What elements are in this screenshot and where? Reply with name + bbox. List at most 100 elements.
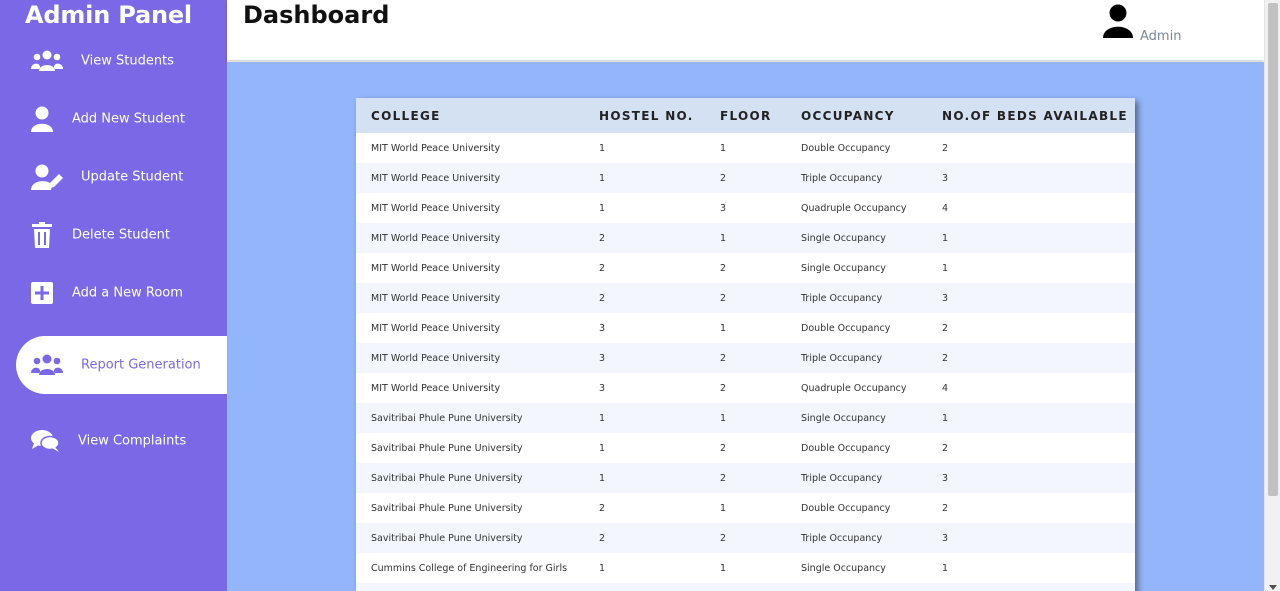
table-row: MIT World Peace University 2 2 Triple Occup… [356, 283, 1135, 313]
col-beds-available: NO.OF BEDS AVAILABLE [942, 108, 1128, 123]
cell-floor: 2 [720, 262, 727, 274]
cell-hostel-no: 3 [599, 352, 606, 364]
cell-hostel-no: 1 [599, 472, 606, 484]
scroll-thumb[interactable] [1268, 3, 1278, 496]
table-row: Cummins College of Engineering for Girls… [356, 553, 1135, 583]
cell-college: Savitribai Phule Pune University [371, 472, 523, 484]
table-row: Savitribai Phule Pune University 2 2 Triple… [356, 523, 1135, 553]
cell-college: MIT World Peace University [371, 382, 501, 394]
cell-occupancy: Single Occupancy [801, 262, 886, 274]
table-row: MIT World Peace University 1 2 Triple Occup… [356, 163, 1135, 193]
trash-icon [25, 221, 59, 249]
top-header: Dashboard Admin [227, 0, 1264, 60]
cell-college: Savitribai Phule Pune University [371, 502, 523, 514]
nav-label: View Students [81, 53, 174, 69]
page-scrollbar[interactable] [1264, 0, 1280, 591]
nav-label: Add a New Room [72, 285, 183, 301]
cell-occupancy: Quadruple Occupancy [801, 382, 907, 394]
nav-label: Add New Student [72, 111, 185, 127]
table-row: MIT World Peace University 1 1 Double Occup… [356, 133, 1135, 163]
cell-beds-available: 3 [942, 472, 949, 484]
col-college: COLLEGE [371, 108, 441, 123]
nav-label: Delete Student [72, 227, 171, 243]
user-icon [1103, 4, 1133, 38]
cell-hostel-no: 1 [599, 172, 606, 184]
cell-college: Savitribai Phule Pune University [371, 532, 523, 544]
rooms-table-card: COLLEGE HOSTEL NO. FLOOR OCCUPANCY NO.OF… [356, 98, 1135, 591]
users-icon [30, 47, 64, 75]
main-content: COLLEGE HOSTEL NO. FLOOR OCCUPANCY NO.OF… [227, 62, 1264, 591]
cell-floor: 3 [720, 202, 727, 214]
nav-add-new-student[interactable]: Add New Student [0, 96, 227, 142]
nav-view-complaints[interactable]: View Complaints [0, 418, 227, 464]
cell-floor: 1 [720, 232, 727, 244]
nav-update-student[interactable]: Update Student [0, 154, 227, 200]
cell-college: MIT World Peace University [371, 322, 501, 334]
cell-hostel-no: 2 [599, 232, 606, 244]
table-row: Savitribai Phule Pune University 1 2 Triple… [356, 463, 1135, 493]
nav-report-generation[interactable]: Report Generation [16, 336, 227, 394]
table-row: Savitribai Phule Pune University 1 2 Double… [356, 433, 1135, 463]
cell-occupancy: Triple Occupancy [801, 472, 883, 484]
cell-hostel-no: 3 [599, 322, 606, 334]
cell-college: Savitribai Phule Pune University [371, 442, 523, 454]
cell-occupancy: Triple Occupancy [801, 532, 883, 544]
rooms-table: COLLEGE HOSTEL NO. FLOOR OCCUPANCY NO.OF… [356, 98, 1135, 591]
user-edit-icon [30, 163, 64, 191]
cell-beds-available: 2 [942, 442, 949, 454]
table-body: MIT World Peace University 1 1 Double Occup… [356, 133, 1135, 591]
nav-add-new-room[interactable]: Add a New Room [0, 270, 227, 316]
cell-floor: 2 [720, 292, 727, 304]
col-hostel-no: HOSTEL NO. [599, 108, 694, 123]
cell-floor: 2 [720, 172, 727, 184]
cell-occupancy: Single Occupancy [801, 412, 886, 424]
cell-hostel-no [584, 583, 705, 591]
cell-college: MIT World Peace University [371, 142, 501, 154]
sidebar: Admin Panel View Students Add New Studen… [0, 0, 227, 591]
cell-floor: 2 [720, 532, 727, 544]
scroll-down-arrow-icon[interactable] [1268, 577, 1278, 590]
cell-hostel-no: 1 [599, 412, 606, 424]
cell-floor: 1 [720, 142, 727, 154]
cell-college: MIT World Peace University [371, 202, 501, 214]
cell-floor: 2 [720, 382, 727, 394]
cell-occupancy [786, 583, 927, 591]
cell-occupancy: Double Occupancy [801, 322, 891, 334]
cell-hostel-no: 2 [599, 502, 606, 514]
cell-occupancy: Triple Occupancy [801, 352, 883, 364]
plus-square-icon [25, 279, 59, 307]
cell-occupancy: Double Occupancy [801, 142, 891, 154]
nav-delete-student[interactable]: Delete Student [0, 212, 227, 258]
cell-hostel-no: 1 [599, 562, 606, 574]
page-title: Dashboard [243, 1, 390, 29]
cell-floor: 1 [720, 502, 727, 514]
table-row: MIT World Peace University 1 3 Quadruple Oc… [356, 193, 1135, 223]
cell-beds-available: 2 [942, 502, 949, 514]
cell-college [356, 583, 584, 591]
cell-floor: 2 [720, 442, 727, 454]
table-header-row: COLLEGE HOSTEL NO. FLOOR OCCUPANCY NO.OF… [356, 98, 1135, 133]
cell-beds-available: 3 [942, 532, 949, 544]
cell-occupancy: Quadruple Occupancy [801, 202, 907, 214]
cell-floor: 2 [720, 352, 727, 364]
col-occupancy: OCCUPANCY [801, 108, 895, 123]
table-row: MIT World Peace University 3 1 Double Occup… [356, 313, 1135, 343]
cell-occupancy: Single Occupancy [801, 562, 886, 574]
cell-hostel-no: 2 [599, 292, 606, 304]
cell-college: MIT World Peace University [371, 172, 501, 184]
cell-floor [705, 583, 786, 591]
cell-hostel-no: 1 [599, 142, 606, 154]
cell-college: MIT World Peace University [371, 262, 501, 274]
cell-beds-available: 4 [942, 382, 949, 394]
table-row: MIT World Peace University 3 2 Triple Occup… [356, 343, 1135, 373]
nav-view-students[interactable]: View Students [0, 38, 227, 84]
cell-beds-available: 1 [942, 562, 949, 574]
cell-college: MIT World Peace University [371, 232, 501, 244]
brand-title: Admin Panel [25, 1, 192, 29]
user-icon [25, 105, 59, 133]
cell-floor: 1 [720, 562, 727, 574]
cell-beds-available: 4 [942, 202, 949, 214]
col-floor: FLOOR [720, 108, 772, 123]
user-menu[interactable]: Admin [1103, 4, 1243, 44]
comments-icon [28, 427, 62, 455]
